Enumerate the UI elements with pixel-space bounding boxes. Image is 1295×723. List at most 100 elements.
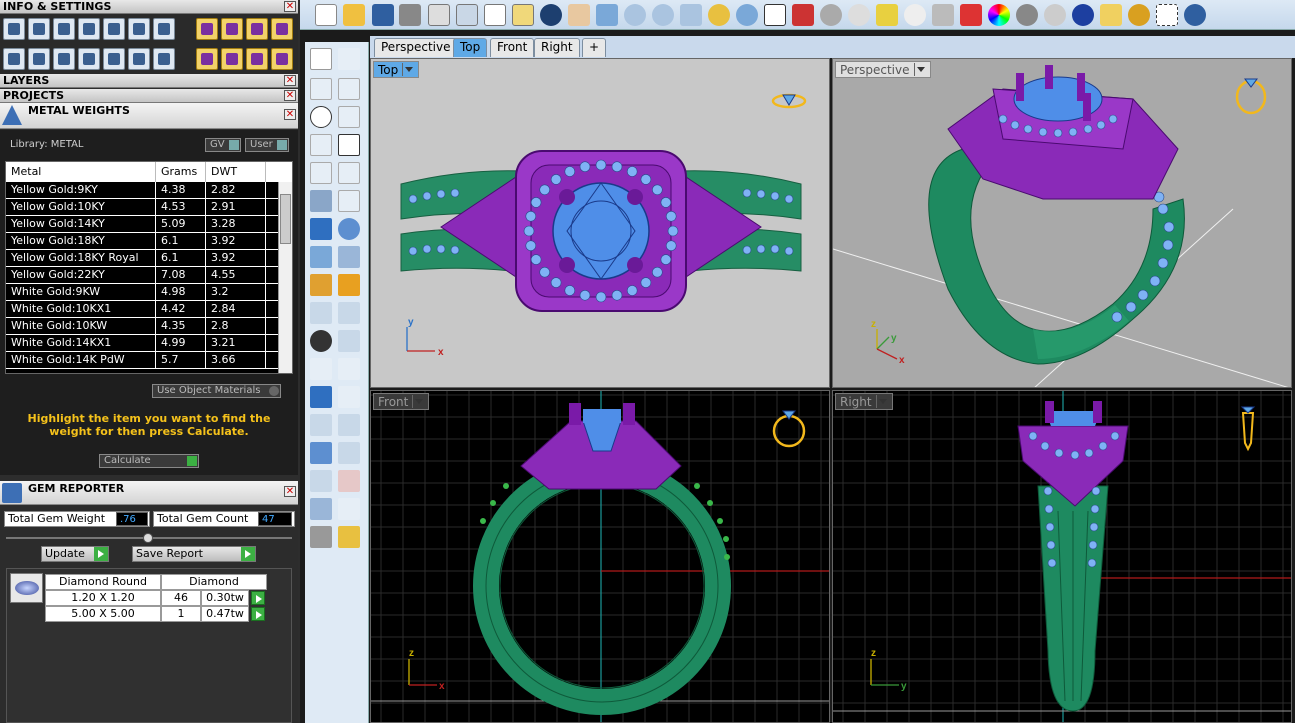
top-viewport-label[interactable]: Top <box>373 61 420 78</box>
print-icon[interactable] <box>399 4 421 26</box>
copy-icon[interactable] <box>484 4 506 26</box>
paint-tool-icon[interactable] <box>196 18 218 40</box>
zoom-window-icon[interactable] <box>652 4 674 26</box>
metal-table-row[interactable]: White Gold:14K PdW 5.7 3.66 <box>6 352 292 369</box>
analyze-icon[interactable] <box>310 498 332 520</box>
metal-weights-close-icon[interactable]: ✕ <box>284 109 296 120</box>
ghosted-sphere-icon[interactable] <box>1044 4 1066 26</box>
arc-icon[interactable] <box>338 106 360 128</box>
properties-icon[interactable] <box>153 48 175 70</box>
fillet-icon[interactable] <box>338 162 360 184</box>
metal-table-row[interactable]: Yellow Gold:18KY 6.1 3.92 <box>6 233 292 250</box>
metal-table[interactable]: Metal Grams DWT Yellow Gold:9KY 4.38 2.82 Y… <box>5 161 293 374</box>
save-icon[interactable] <box>372 4 394 26</box>
pan-hand-icon[interactable] <box>568 4 590 26</box>
rotate-view-icon[interactable] <box>596 4 618 26</box>
metal-table-row[interactable]: Yellow Gold:10KY 4.53 2.91 <box>6 199 292 216</box>
move-gem-icon[interactable] <box>196 48 218 70</box>
check-mark-icon[interactable] <box>338 498 360 520</box>
gv-toggle[interactable]: GV <box>205 138 241 152</box>
sphere-icon[interactable] <box>53 48 75 70</box>
metal-table-row[interactable]: White Gold:14KX1 4.99 3.21 <box>6 335 292 352</box>
paste-icon[interactable] <box>512 4 534 26</box>
user-toggle[interactable]: User <box>245 138 289 152</box>
mesh-icon[interactable] <box>310 442 332 464</box>
circle-icon[interactable] <box>310 106 332 128</box>
projects-header[interactable]: PROJECTS ✕ <box>0 89 298 103</box>
solid-sphere-icon[interactable] <box>338 218 360 240</box>
front-viewport[interactable]: z x Front <box>370 390 830 723</box>
shaded-sphere-icon[interactable] <box>1016 4 1038 26</box>
split-icon[interactable] <box>310 302 332 324</box>
polygon-icon[interactable] <box>310 134 332 156</box>
monitor-icon[interactable] <box>28 48 50 70</box>
metal-table-row[interactable]: White Gold:10KX1 4.42 2.84 <box>6 301 292 318</box>
cylinder-icon[interactable] <box>310 246 332 268</box>
polyline-icon[interactable] <box>310 78 332 100</box>
info-settings-close-icon[interactable]: ✕ <box>284 1 296 12</box>
rotate-gem-icon[interactable] <box>221 48 243 70</box>
tab-right[interactable]: Right <box>534 38 580 57</box>
camera-icon[interactable] <box>820 4 842 26</box>
gem-reporter-close-icon[interactable]: ✕ <box>284 486 296 497</box>
array-gem-icon[interactable] <box>271 48 293 70</box>
column-header-dwt[interactable]: DWT <box>206 162 266 182</box>
array-linear-icon[interactable] <box>338 442 360 464</box>
zoom-search-icon[interactable] <box>28 18 50 40</box>
layers-close-icon[interactable]: ✕ <box>284 75 296 86</box>
new-file-icon[interactable] <box>315 4 337 26</box>
layers-header[interactable]: LAYERS ✕ <box>0 74 298 88</box>
perspective-viewport-label[interactable]: Perspective <box>835 61 931 78</box>
scale-gem-icon[interactable] <box>246 48 268 70</box>
open-folder-icon[interactable] <box>343 4 365 26</box>
add-tab-button[interactable]: + <box>582 38 606 57</box>
select-icon[interactable] <box>876 4 898 26</box>
box-icon[interactable] <box>78 48 100 70</box>
render-light-icon[interactable] <box>1100 4 1122 26</box>
text-tool-icon[interactable] <box>310 386 332 408</box>
slider-knob[interactable] <box>143 533 153 543</box>
filter-icon[interactable] <box>103 48 125 70</box>
hexagon-icon[interactable] <box>310 162 332 184</box>
help-icon[interactable] <box>1184 4 1206 26</box>
light-bulb-icon[interactable] <box>904 4 926 26</box>
document-icon[interactable] <box>78 18 100 40</box>
copy-properties-icon[interactable] <box>428 4 450 26</box>
fillet-edge-icon[interactable] <box>310 358 332 380</box>
check-list-icon[interactable] <box>128 48 150 70</box>
extrude-icon[interactable] <box>338 246 360 268</box>
replace-icon[interactable] <box>246 18 268 40</box>
use-object-materials-toggle[interactable]: Use Object Materials <box>152 384 281 398</box>
update-button[interactable]: Update <box>41 546 109 562</box>
gem-select-play-icon[interactable] <box>251 607 265 621</box>
tab-top[interactable]: Top <box>453 38 488 57</box>
chamfer-icon[interactable] <box>338 358 360 380</box>
save-report-button[interactable]: Save Report <box>132 546 256 562</box>
cut-icon[interactable] <box>456 4 478 26</box>
dimension-icon[interactable] <box>338 386 360 408</box>
boolean-icon[interactable] <box>310 274 332 296</box>
shade-icon[interactable] <box>310 526 332 548</box>
settings-gear-icon[interactable] <box>3 18 25 40</box>
metal-table-row[interactable]: Yellow Gold:9KY 4.38 2.82 <box>6 182 292 199</box>
right-viewport[interactable]: z y Right <box>832 390 1292 723</box>
gumball-icon[interactable] <box>338 470 360 492</box>
delete-object-icon[interactable] <box>271 18 293 40</box>
projects-close-icon[interactable]: ✕ <box>284 90 296 101</box>
tab-perspective[interactable]: Perspective <box>374 38 458 57</box>
select-arrow-icon[interactable] <box>310 48 332 70</box>
metal-table-row[interactable]: White Gold:9KW 4.98 3.2 <box>6 284 292 301</box>
front-viewport-label[interactable]: Front <box>373 393 430 410</box>
mirror-icon[interactable] <box>338 414 360 436</box>
car-render-icon[interactable] <box>792 4 814 26</box>
offset-curve-icon[interactable] <box>338 190 360 212</box>
layer-color-icon[interactable] <box>960 4 982 26</box>
gem-select-play-icon[interactable] <box>251 591 265 605</box>
clock-icon[interactable] <box>848 4 870 26</box>
undo-view-icon[interactable] <box>736 4 758 26</box>
gem-cube-icon[interactable] <box>153 18 175 40</box>
calculate-button[interactable]: Calculate <box>99 454 199 468</box>
surface-icon[interactable] <box>310 190 332 212</box>
transform-tool-icon[interactable] <box>310 414 332 436</box>
gem-report-slider[interactable] <box>6 533 292 543</box>
